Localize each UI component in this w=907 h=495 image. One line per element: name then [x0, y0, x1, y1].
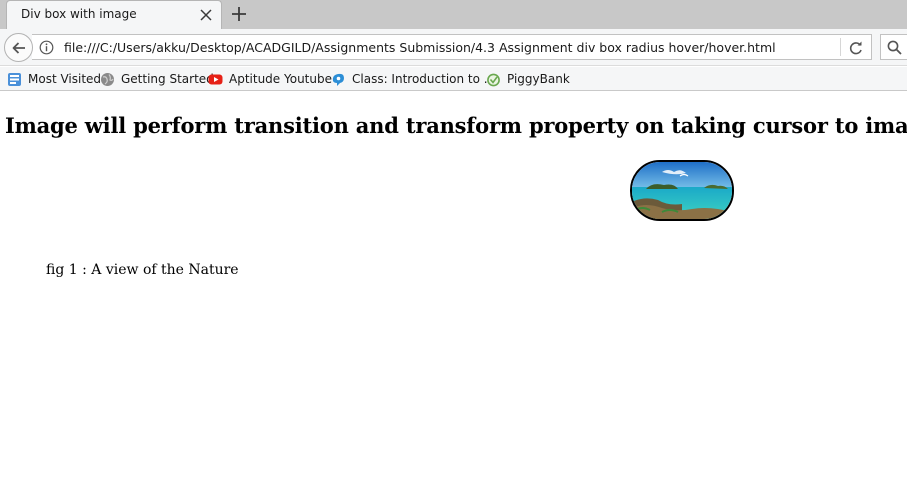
bookmark-class-introduction[interactable]: Class: Introduction to ...	[331, 70, 495, 88]
new-tab-icon[interactable]	[231, 6, 247, 22]
info-icon[interactable]	[39, 40, 54, 55]
bookmark-most-visited[interactable]: Most Visited	[7, 70, 101, 88]
search-icon[interactable]	[887, 40, 902, 55]
search-box[interactable]	[880, 34, 907, 60]
bookmarks-bar: Most Visited Getting Started Aptitude Yo…	[0, 67, 907, 91]
back-button[interactable]	[4, 33, 33, 62]
navigation-bar: file:///C:/Users/akku/Desktop/ACADGILD/A…	[0, 29, 907, 66]
globe-icon	[101, 72, 114, 86]
url-divider	[840, 38, 841, 56]
nature-landscape-image	[632, 162, 732, 219]
tab-title: Div box with image	[21, 7, 137, 21]
bookmark-label: Getting Started	[121, 72, 214, 86]
url-bar[interactable]: file:///C:/Users/akku/Desktop/ACADGILD/A…	[32, 34, 872, 60]
most-visited-icon	[8, 72, 21, 86]
close-icon[interactable]	[199, 8, 213, 22]
url-text[interactable]: file:///C:/Users/akku/Desktop/ACADGILD/A…	[64, 40, 776, 55]
figure-caption: fig 1 : A view of the Nature	[46, 262, 239, 278]
tab-strip: Div box with image	[0, 0, 907, 29]
bookmark-getting-started[interactable]: Getting Started	[100, 70, 214, 88]
bookmark-label: Class: Introduction to ...	[352, 72, 496, 86]
back-arrow-icon	[12, 42, 25, 54]
nature-image[interactable]	[630, 160, 734, 221]
youtube-icon	[208, 74, 223, 84]
bookmark-aptitude-youtube[interactable]: Aptitude Youtube	[208, 70, 332, 88]
bookmark-piggybank[interactable]: PiggyBank	[486, 70, 570, 88]
class-icon	[332, 73, 344, 86]
bookmark-label: Aptitude Youtube	[229, 72, 332, 86]
bookmark-label: Most Visited	[28, 72, 102, 86]
reload-icon[interactable]	[848, 40, 864, 56]
piggybank-icon	[487, 73, 500, 86]
page-heading: Image will perform transition and transf…	[5, 113, 907, 138]
tab-active[interactable]: Div box with image	[6, 0, 222, 29]
bookmark-label: PiggyBank	[507, 72, 570, 86]
